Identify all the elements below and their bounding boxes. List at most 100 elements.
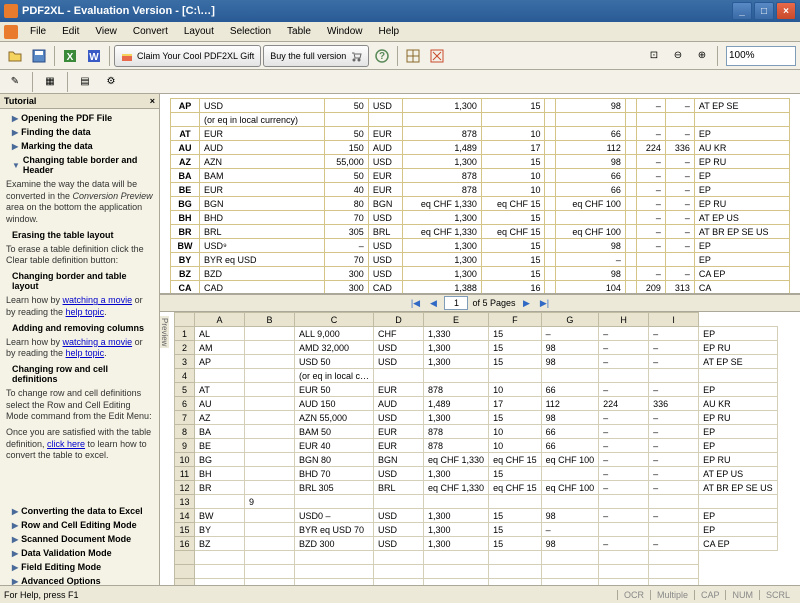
pdf-cell[interactable]: – — [636, 211, 665, 225]
excel-cell[interactable]: AUD 150 — [295, 397, 374, 411]
row-header[interactable]: 2 — [175, 341, 195, 355]
pdf-cell[interactable]: eq CHF 1,330 — [403, 225, 482, 239]
row-header[interactable]: 3 — [175, 355, 195, 369]
pdf-cell[interactable]: BH — [171, 211, 200, 225]
excel-cell[interactable]: AU KR — [699, 397, 778, 411]
pdf-cell[interactable]: 15 — [481, 155, 545, 169]
pdf-cell[interactable] — [368, 113, 402, 127]
excel-cell[interactable]: 98 — [541, 341, 599, 355]
excel-cell[interactable]: BRL — [374, 481, 424, 495]
excel-cell[interactable]: EUR — [374, 383, 424, 397]
excel-cell[interactable]: AU — [195, 397, 245, 411]
pdf-cell[interactable]: EP — [694, 253, 789, 267]
excel-cell[interactable]: 10 — [489, 383, 542, 397]
excel-cell[interactable]: 17 — [489, 397, 542, 411]
excel-cell[interactable]: BAM 50 — [295, 425, 374, 439]
excel-cell[interactable]: – — [599, 425, 649, 439]
excel-cell[interactable]: – — [649, 537, 699, 551]
excel-cell[interactable]: – — [649, 341, 699, 355]
pdf-cell[interactable]: – — [636, 169, 665, 183]
save-icon[interactable] — [28, 45, 50, 67]
pdf-cell[interactable]: BRL — [368, 225, 402, 239]
pdf-cell[interactable]: – — [665, 197, 694, 211]
excel-cell[interactable]: 15 — [489, 327, 542, 341]
pdf-cell[interactable]: 300 — [324, 281, 368, 295]
excel-cell[interactable]: EP — [699, 383, 778, 397]
excel-cell[interactable]: 66 — [541, 383, 599, 397]
excel-cell[interactable]: EP RU — [699, 453, 778, 467]
excel-cell[interactable]: BGN 80 — [295, 453, 374, 467]
menu-layout[interactable]: Layout — [176, 24, 222, 39]
pdf-cell[interactable]: EP RU — [694, 197, 789, 211]
pdf-cell[interactable]: – — [636, 267, 665, 281]
pdf-cell[interactable] — [636, 113, 665, 127]
sidebar-item[interactable]: ▶Finding the data — [0, 125, 159, 139]
pdf-cell[interactable]: – — [665, 169, 694, 183]
pdf-cell[interactable] — [625, 267, 636, 281]
pdf-cell[interactable] — [625, 225, 636, 239]
excel-cell[interactable]: AUD — [374, 397, 424, 411]
pdf-cell[interactable]: USD — [368, 267, 402, 281]
excel-cell[interactable] — [245, 481, 295, 495]
pdf-cell[interactable]: 40 — [324, 183, 368, 197]
excel-cell[interactable] — [649, 523, 699, 537]
excel-cell[interactable] — [245, 509, 295, 523]
pdf-cell[interactable] — [625, 127, 636, 141]
excel-cell[interactable]: AP — [195, 355, 245, 369]
excel-cell[interactable]: AM — [195, 341, 245, 355]
close-button[interactable]: × — [776, 2, 796, 20]
excel-cell[interactable] — [245, 397, 295, 411]
excel-cell[interactable]: AT BR EP SE US — [699, 481, 778, 495]
claim-gift-button[interactable]: Claim Your Cool PDF2XL Gift — [114, 45, 261, 67]
pdf-cell[interactable]: EP — [694, 169, 789, 183]
excel-cell[interactable]: BR — [195, 481, 245, 495]
pdf-cell[interactable]: CAD — [200, 281, 325, 295]
pdf-cell[interactable]: BZ — [171, 267, 200, 281]
conversion-preview-area[interactable]: Preview ABCDEFGHI1ALALL 9,000CHF1,33015–… — [160, 312, 800, 585]
pdf-cell[interactable]: 16 — [481, 281, 545, 295]
pdf-cell[interactable]: – — [665, 183, 694, 197]
excel-cell[interactable]: eq CHF 1,330 — [424, 453, 489, 467]
last-page-icon[interactable]: ▶| — [538, 296, 552, 310]
sidebar-item[interactable]: ▶Scanned Document Mode — [0, 532, 159, 546]
pdf-cell[interactable]: 15 — [481, 253, 545, 267]
row-header[interactable]: 6 — [175, 397, 195, 411]
sidebar-item[interactable]: ▶Converting the data to Excel — [0, 504, 159, 518]
pdf-cell[interactable]: 1,300 — [403, 239, 482, 253]
menu-file[interactable]: File — [22, 24, 54, 39]
excel-cell[interactable] — [245, 467, 295, 481]
pdf-cell[interactable]: 878 — [403, 127, 482, 141]
excel-cell[interactable]: 1,330 — [424, 327, 489, 341]
menu-edit[interactable]: Edit — [54, 24, 87, 39]
pdf-cell[interactable]: EUR — [368, 127, 402, 141]
excel-cell[interactable] — [649, 495, 699, 509]
excel-cell[interactable] — [245, 537, 295, 551]
pdf-cell[interactable] — [545, 113, 556, 127]
sidebar-item[interactable]: ▼Changing table border and Header — [0, 153, 159, 177]
excel-cell[interactable]: 1,300 — [424, 523, 489, 537]
zoom-out-icon[interactable]: ⊖ — [667, 45, 689, 67]
pdf-cell[interactable]: AU — [171, 141, 200, 155]
table-tool-icon[interactable] — [402, 45, 424, 67]
excel-cell[interactable]: AT — [195, 383, 245, 397]
pdf-cell[interactable] — [625, 183, 636, 197]
excel-cell[interactable]: 112 — [541, 397, 599, 411]
pdf-cell[interactable]: 336 — [665, 141, 694, 155]
excel-cell[interactable]: EP RU — [699, 341, 778, 355]
excel-cell[interactable]: 98 — [541, 509, 599, 523]
excel-cell[interactable]: USD 50 — [295, 355, 374, 369]
help-icon[interactable]: ? — [371, 45, 393, 67]
row-header[interactable]: 12 — [175, 481, 195, 495]
pdf-cell[interactable]: 1,300 — [403, 99, 482, 113]
buy-full-button[interactable]: Buy the full version — [263, 45, 369, 67]
pdf-cell[interactable]: 15 — [481, 211, 545, 225]
pdf-cell[interactable] — [665, 113, 694, 127]
excel-cell[interactable]: – — [541, 523, 599, 537]
pdf-cell[interactable]: AT BR EP SE US — [694, 225, 789, 239]
excel-cell[interactable]: USD — [374, 467, 424, 481]
excel-cell[interactable] — [489, 495, 542, 509]
pdf-cell[interactable]: 300 — [324, 267, 368, 281]
minimize-button[interactable]: _ — [732, 2, 752, 20]
pdf-cell[interactable] — [481, 113, 545, 127]
excel-cell[interactable]: 15 — [489, 523, 542, 537]
